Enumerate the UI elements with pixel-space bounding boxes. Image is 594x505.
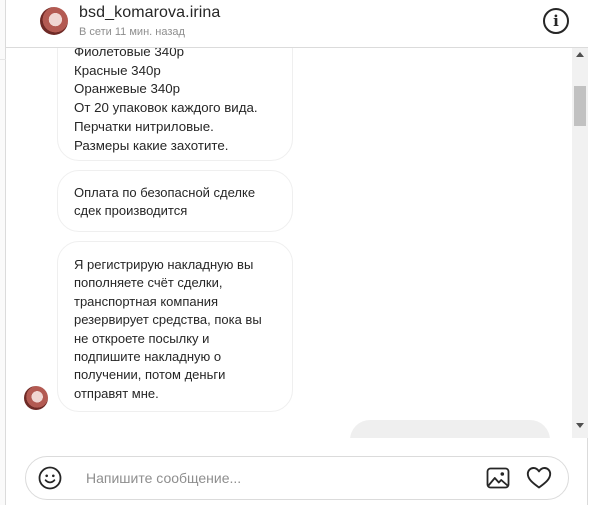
message-line: Красные 340р: [74, 62, 161, 78]
message-line: пополняете счёт сделки,: [74, 275, 223, 291]
sender-avatar[interactable]: [24, 386, 48, 410]
emoji-icon[interactable]: [38, 466, 62, 490]
message-input[interactable]: [86, 467, 466, 489]
scroll-down-arrow-icon[interactable]: [576, 423, 584, 428]
message-line: От 20 упаковок каждого вида.: [74, 100, 258, 116]
message-line: Перчатки нитриловые.: [74, 118, 214, 134]
message-line: отправят мне.: [74, 385, 159, 401]
message-composer: [25, 456, 569, 500]
message-line: Оранжевые 340р: [74, 81, 181, 97]
message-line: Фиолетовые 340р: [74, 48, 184, 59]
avatar[interactable]: [40, 7, 68, 35]
online-status: В сети 11 мин. назад: [79, 26, 185, 38]
message-line: Оплата по безопасной сделке: [74, 185, 256, 200]
heart-icon[interactable]: [526, 466, 552, 490]
scroll-thumb[interactable]: [574, 86, 586, 126]
scroll-up-arrow-icon[interactable]: [576, 52, 584, 57]
message-line: не откроете посылку и: [74, 330, 210, 346]
outgoing-message-bubble: [350, 420, 550, 438]
message-line: транспортная компания: [74, 293, 219, 309]
scrollbar[interactable]: [572, 48, 588, 438]
message-line: Размеры какие захотите.: [74, 137, 229, 153]
info-icon[interactable]: i: [543, 8, 569, 34]
message-line: сдек производится: [74, 203, 188, 218]
chat-panel: bsd_komarova.irina В сети 11 мин. назад …: [6, 0, 588, 505]
image-icon[interactable]: [486, 466, 510, 490]
message-bubble: Фиолетовые 340р Красные 340р Оранжевые 3…: [57, 48, 293, 161]
message-bubble: Я регистрирую накладную вы пополняете сч…: [57, 241, 293, 412]
info-symbol: i: [553, 12, 559, 30]
message-line: получении, потом деньги: [74, 367, 226, 383]
message-line: Я регистрирую накладную вы: [74, 257, 254, 272]
message-line: подпишите накладную о: [74, 349, 222, 365]
username[interactable]: bsd_komarova.irina: [79, 4, 220, 22]
message-line: резервирует средства, пока вы: [74, 312, 262, 328]
message-bubble: Оплата по безопасной сделке сдек произво…: [57, 170, 293, 232]
chat-header: bsd_komarova.irina В сети 11 мин. назад …: [6, 0, 588, 48]
message-list[interactable]: Фиолетовые 340р Красные 340р Оранжевые 3…: [6, 48, 572, 438]
